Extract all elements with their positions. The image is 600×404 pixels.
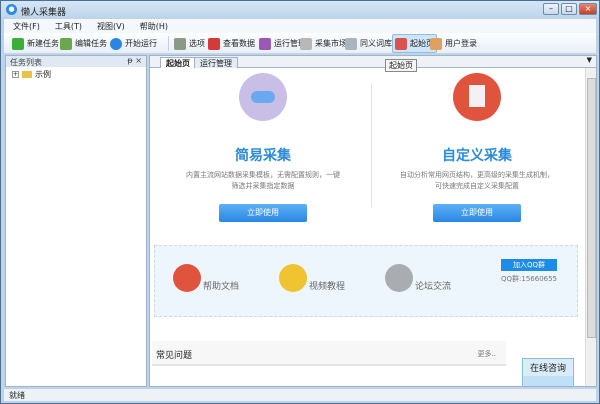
database-icon bbox=[259, 37, 271, 50]
document-icon bbox=[453, 73, 501, 121]
tab-start-page[interactable]: 起始页 bbox=[160, 57, 196, 68]
help-label: 帮助文档 bbox=[203, 282, 240, 292]
maximize-button[interactable]: □ bbox=[561, 3, 577, 15]
faq-title: 常见问题 bbox=[156, 351, 193, 361]
document-icon bbox=[345, 37, 357, 50]
document-icon bbox=[173, 264, 201, 292]
faq-header: 常见问题 更多.. bbox=[152, 341, 506, 366]
custom-collect-card: 自定义采集 自动分析常用网页结构，更高级的采集生成机制，可快速完成自定义采集配置… bbox=[368, 69, 586, 222]
app-logo-icon: ● bbox=[6, 4, 17, 15]
pin-icon[interactable]: ᵽ bbox=[127, 56, 132, 65]
scroll-thumb[interactable] bbox=[587, 78, 596, 338]
new-task-icon bbox=[12, 37, 24, 50]
tab-run-management[interactable]: 运行管理 bbox=[194, 57, 238, 68]
start-page: 简易采集 内置主流网站数据采集模板，无需配置规则，一键筛选并采集指定数据 立即使… bbox=[150, 69, 586, 386]
user-icon bbox=[430, 37, 442, 50]
card-title: 简易采集 bbox=[235, 148, 291, 164]
faq-more-link[interactable]: 更多.. bbox=[478, 349, 496, 359]
toolbar-label: 查看数据 bbox=[223, 39, 255, 48]
join-qq-button[interactable]: 加入QQ群 bbox=[501, 259, 558, 271]
tree-item-label: 示例 bbox=[35, 70, 51, 79]
status-bar: 就绪 bbox=[4, 389, 596, 401]
toolbar-button-4[interactable]: 查看数据 bbox=[206, 34, 257, 53]
card-title: 自定义采集 bbox=[442, 148, 512, 164]
toolbar-label: 开始运行 bbox=[125, 39, 157, 48]
close-button[interactable]: × bbox=[579, 3, 597, 15]
use-now-button[interactable]: 立即使用 bbox=[433, 204, 521, 222]
tooltip: 起始页 bbox=[385, 59, 417, 72]
card-description: 内置主流网站数据采集模板，无需配置规则，一键筛选并采集指定数据 bbox=[186, 171, 340, 190]
menu-help[interactable]: 帮助(H) bbox=[131, 19, 174, 32]
window-title: 懒人采集器 bbox=[21, 8, 67, 18]
forum-link[interactable]: 论坛交流 bbox=[385, 264, 451, 292]
toolbar-label: 用户登录 bbox=[445, 39, 477, 48]
toolbar-button-6[interactable]: 采集市场 bbox=[298, 34, 349, 53]
tree-item-example[interactable]: + 示例 bbox=[6, 67, 146, 82]
help-label: 论坛交流 bbox=[415, 282, 452, 292]
toolbar-label: 编辑任务 bbox=[75, 39, 107, 48]
toolbar-button-3[interactable]: 选项 bbox=[172, 34, 207, 53]
toolbar-button-7[interactable]: 同义词库 bbox=[343, 34, 394, 53]
toolbar-label: 同义词库 bbox=[360, 39, 392, 48]
qq-group: 加入QQ群 QQ群:15660655 bbox=[501, 259, 558, 284]
online-consult-button[interactable]: 在线咨询 bbox=[522, 358, 574, 386]
panel-title: 任务列表 bbox=[10, 58, 42, 67]
video-tutorial-link[interactable]: 视频教程 bbox=[279, 264, 345, 292]
menu-tools[interactable]: 工具(T) bbox=[46, 19, 88, 32]
card-description: 自动分析常用网页结构，更高级的采集生成机制，可快速完成自定义采集配置 bbox=[400, 171, 554, 190]
app-window: ● 懒人采集器 – □ × 文件(F) 工具(T) 视图(V) 帮助(H) 新建任务 编… bbox=[0, 0, 600, 404]
help-section: 帮助文档 视频教程 论坛交流 加入QQ群 QQ群:15660655 bbox=[154, 245, 578, 317]
toolbar-button-2[interactable]: 开始运行 bbox=[108, 34, 159, 53]
gear-icon bbox=[174, 37, 186, 50]
tab-strip: 起始页 运行管理 ▼ bbox=[150, 56, 596, 68]
task-list-panel: 任务列表 ᵽ × + 示例 bbox=[5, 55, 147, 387]
toolbar-button-9[interactable]: 用户登录 bbox=[428, 34, 479, 53]
folder-icon bbox=[22, 71, 32, 78]
simple-collect-card: 简易采集 内置主流网站数据采集模板，无需配置规则，一键筛选并采集指定数据 立即使… bbox=[154, 69, 372, 222]
use-now-button[interactable]: 立即使用 bbox=[219, 204, 307, 222]
home-icon bbox=[395, 37, 407, 50]
help-label: 视频教程 bbox=[309, 282, 346, 292]
market-icon bbox=[300, 37, 312, 50]
play-icon bbox=[110, 37, 122, 50]
toolbar-button-0[interactable]: 新建任务 bbox=[10, 34, 61, 53]
edit-task-icon bbox=[60, 37, 72, 50]
book-icon bbox=[208, 37, 220, 50]
people-icon bbox=[385, 264, 413, 292]
consult-label: 在线咨询 bbox=[523, 359, 573, 376]
toolbar: 新建任务 编辑任务 开始运行 选项 查看数据 运行管理 采集市场 同义词库 起始页 用户登录 bbox=[4, 33, 596, 54]
menu-view[interactable]: 视图(V) bbox=[88, 19, 131, 32]
panel-close-icon[interactable]: × bbox=[135, 56, 142, 65]
minimize-button[interactable]: – bbox=[543, 3, 559, 15]
toolbar-label: 选项 bbox=[189, 39, 205, 48]
qq-number: QQ群:15660655 bbox=[501, 275, 558, 283]
menu-file[interactable]: 文件(F) bbox=[4, 19, 46, 32]
tab-dropdown-icon[interactable]: ▼ bbox=[587, 56, 592, 64]
toolbar-button-1[interactable]: 编辑任务 bbox=[58, 34, 109, 53]
toolbar-label: 新建任务 bbox=[27, 39, 59, 48]
video-camera-icon bbox=[279, 264, 307, 292]
help-docs-link[interactable]: 帮助文档 bbox=[173, 264, 239, 292]
title-bar: ● 懒人采集器 – □ × bbox=[1, 1, 599, 19]
menu-bar: 文件(F) 工具(T) 视图(V) 帮助(H) bbox=[4, 19, 596, 33]
expand-icon[interactable]: + bbox=[12, 71, 19, 78]
vertical-scrollbar[interactable] bbox=[585, 68, 596, 386]
toolbar-separator bbox=[168, 36, 169, 51]
cloud-icon bbox=[239, 73, 287, 121]
main-area: 起始页 运行管理 ▼ 简易采集 内置主流网站数据采集模板，无需配置规则，一键筛选… bbox=[149, 55, 597, 387]
